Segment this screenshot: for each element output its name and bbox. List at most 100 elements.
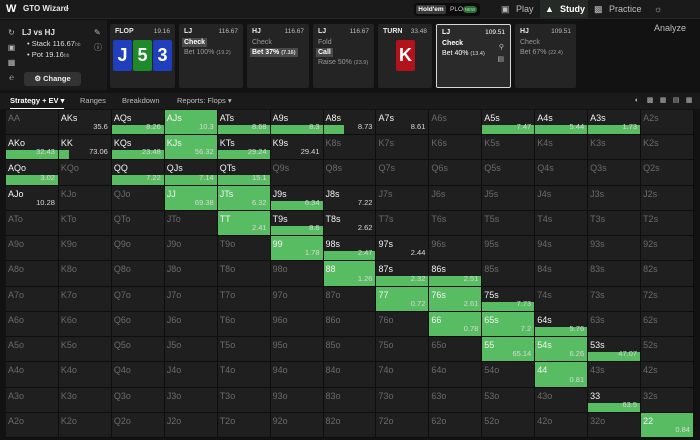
hand-cell-qq[interactable]: QQ 7.22 xyxy=(111,160,165,186)
hand-cell-55[interactable]: 55 65.14 xyxy=(482,337,536,363)
hand-cell-97s[interactable]: 97s 2.44 xyxy=(376,236,430,262)
action-option-raise[interactable]: Raise 50% (23.9) xyxy=(318,58,368,67)
nav-tab-play[interactable]: ▣ Play xyxy=(498,0,540,19)
hand-cell-93o[interactable]: 93o xyxy=(270,387,324,413)
hand-cell-85s[interactable]: 85s xyxy=(482,261,536,287)
action-option-check[interactable]: Check xyxy=(252,38,272,47)
hand-cell-ato[interactable]: ATo xyxy=(6,210,59,237)
hand-cell-63s[interactable]: 63s xyxy=(588,311,642,338)
hand-cell-j6s[interactable]: J6s xyxy=(429,185,483,211)
hand-cell-53o[interactable]: 53o xyxy=(482,387,536,413)
hand-cell-j4s[interactable]: J4s xyxy=(535,185,589,211)
hand-cell-k4o[interactable]: K4o xyxy=(58,362,112,388)
hand-cell-83o[interactable]: 83o xyxy=(323,387,377,413)
hand-cell-94o[interactable]: 94o xyxy=(270,362,324,388)
lock-icon[interactable]: ⚲ xyxy=(499,43,504,51)
hand-cell-99[interactable]: 99 1.78 xyxy=(270,236,324,262)
action-option-fold[interactable]: Fold xyxy=(318,38,332,47)
hand-cell-q6s[interactable]: Q6s xyxy=(429,160,483,186)
hand-cell-96o[interactable]: 96o xyxy=(270,311,324,338)
hand-cell-qto[interactable]: QTo xyxy=(111,210,165,237)
hand-cell-aks[interactable]: AKs 35.6 xyxy=(58,110,112,136)
hand-cell-77[interactable]: 77 0.72 xyxy=(376,286,430,312)
hand-cell-82o[interactable]: 82o xyxy=(323,412,377,438)
hand-cell-92o[interactable]: 92o xyxy=(270,412,324,438)
hand-cell-q6o[interactable]: Q6o xyxy=(111,311,165,338)
hand-cell-qjs[interactable]: QJs 7.14 xyxy=(164,160,218,186)
hand-cell-93s[interactable]: 93s xyxy=(588,236,642,262)
flop-card[interactable]: FLOP 19.16 J 5 3 xyxy=(110,24,175,88)
view-compact-icon[interactable]: ▦ xyxy=(659,97,667,105)
hand-cell-t7o[interactable]: T7o xyxy=(217,286,271,312)
hand-cell-q8s[interactable]: Q8s xyxy=(323,160,377,186)
hand-cell-j6o[interactable]: J6o xyxy=(164,311,218,338)
view-list-icon[interactable]: ▤ xyxy=(672,97,680,105)
hand-cell-88[interactable]: 88 1.26 xyxy=(323,261,377,287)
hand-cell-t6s[interactable]: T6s xyxy=(429,210,483,237)
hand-cell-jj[interactable]: JJ 69.38 xyxy=(164,185,218,211)
hand-cell-j3s[interactable]: J3s xyxy=(588,185,642,211)
hand-cell-k7s[interactable]: K7s xyxy=(376,135,430,161)
hand-cell-aa[interactable]: AA xyxy=(6,110,59,136)
hand-cell-k4s[interactable]: K4s xyxy=(535,135,589,161)
hand-cell-65s[interactable]: 65s 7.2 xyxy=(482,311,536,338)
hand-cell-a6s[interactable]: A6s xyxy=(429,110,483,136)
hand-cell-k8s[interactable]: K8s xyxy=(323,135,377,161)
hand-cell-t4o[interactable]: T4o xyxy=(217,362,271,388)
hand-cell-j4o[interactable]: J4o xyxy=(164,362,218,388)
hand-cell-76o[interactable]: 76o xyxy=(376,311,430,338)
hand-cell-kqs[interactable]: KQs 23.48 xyxy=(111,135,165,161)
hand-cell-96s[interactable]: 96s xyxy=(429,236,483,262)
hand-cell-k2s[interactable]: K2s xyxy=(641,135,694,161)
hand-cell-72s[interactable]: 72s xyxy=(641,286,694,312)
hand-cell-66[interactable]: 66 0.78 xyxy=(429,311,483,338)
book-icon[interactable]: ▤ xyxy=(497,55,504,63)
action-option-bet[interactable]: Bet 100% (19.2) xyxy=(184,48,231,57)
hand-cell-a3o[interactable]: A3o xyxy=(6,387,59,413)
tab-strategy-ev[interactable]: Strategy + EV ▾ xyxy=(10,93,65,109)
hand-cell-42s[interactable]: 42s xyxy=(641,362,694,388)
hand-cell-k9s[interactable]: K9s 29.41 xyxy=(270,135,324,161)
hand-cell-92s[interactable]: 92s xyxy=(641,236,694,262)
hand-cell-q7o[interactable]: Q7o xyxy=(111,286,165,312)
hand-cell-t9o[interactable]: T9o xyxy=(217,236,271,262)
hand-cell-k6o[interactable]: K6o xyxy=(58,311,112,338)
hand-cell-k9o[interactable]: K9o xyxy=(58,236,112,262)
change-spot-button[interactable]: ⚙ Change xyxy=(24,72,81,86)
hand-cell-t5o[interactable]: T5o xyxy=(217,337,271,363)
hand-cell-aqs[interactable]: AQs 8.26 xyxy=(111,110,165,136)
hand-cell-t8s[interactable]: T8s 2.62 xyxy=(323,210,377,237)
hand-cell-a2o[interactable]: A2o xyxy=(6,412,59,438)
hand-cell-a4s[interactable]: A4s 5.44 xyxy=(535,110,589,136)
hand-cell-t7s[interactable]: T7s xyxy=(376,210,430,237)
hand-cell-jto[interactable]: JTo xyxy=(164,210,218,237)
hand-cell-q5o[interactable]: Q5o xyxy=(111,337,165,363)
hand-cell-a7o[interactable]: A7o xyxy=(6,286,59,312)
action-card-lj-2[interactable]: LJ 116.67 Fold Call Raise 50% (23.9) xyxy=(313,24,374,88)
hand-cell-k3o[interactable]: K3o xyxy=(58,387,112,413)
info-icon[interactable]: ⓘ xyxy=(94,42,102,53)
hand-cell-98o[interactable]: 98o xyxy=(270,261,324,287)
edit-pencil-icon[interactable]: ✎ xyxy=(94,28,101,37)
hand-cell-q9o[interactable]: Q9o xyxy=(111,236,165,262)
hand-cell-q3s[interactable]: Q3s xyxy=(588,160,642,186)
hand-cell-86s[interactable]: 86s 2.51 xyxy=(429,261,483,287)
hand-cell-a3s[interactable]: A3s 1.73 xyxy=(588,110,642,136)
turn-card[interactable]: TURN 33.48 K xyxy=(378,24,432,88)
hand-cell-q2s[interactable]: Q2s xyxy=(641,160,694,186)
hand-cell-84s[interactable]: 84s xyxy=(535,261,589,287)
hand-cell-kjo[interactable]: KJo xyxy=(58,185,112,211)
view-grid-icon[interactable]: ▩ xyxy=(646,97,654,105)
hand-cell-62o[interactable]: 62o xyxy=(429,412,483,438)
hand-cell-95s[interactable]: 95s xyxy=(482,236,536,262)
hand-cell-k8o[interactable]: K8o xyxy=(58,261,112,287)
action-card-hj-2[interactable]: HJ 109.51 Check Bet 67% (22.4) xyxy=(515,24,576,88)
action-option-bet[interactable]: Bet 37% (7.16) xyxy=(250,48,298,57)
hand-cell-63o[interactable]: 63o xyxy=(429,387,483,413)
hand-cell-a8s[interactable]: A8s 8.73 xyxy=(323,110,377,136)
hand-cell-j5s[interactable]: J5s xyxy=(482,185,536,211)
hand-cell-j7s[interactable]: J7s xyxy=(376,185,430,211)
hand-cell-98s[interactable]: 98s 2.47 xyxy=(323,236,377,262)
hand-cell-ajo[interactable]: AJo 10.28 xyxy=(6,185,59,211)
chevron-down-icon[interactable]: ⌄ xyxy=(64,3,71,12)
